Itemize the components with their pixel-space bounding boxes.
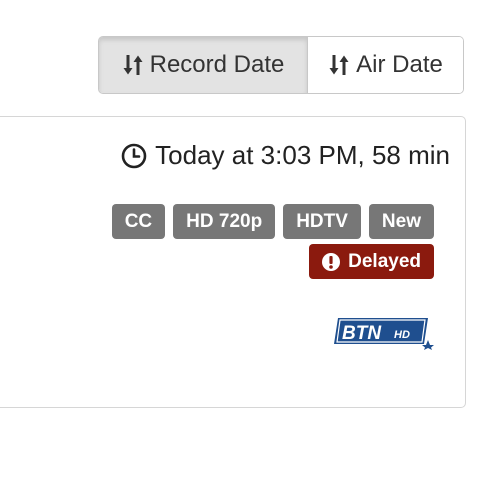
tag-hd: HD 720p [173,204,276,239]
recording-tags: CC HD 720p HDTV New [111,204,434,239]
sort-record-date-label: Record Date [149,51,285,78]
tag-hdtv: HDTV [283,204,361,239]
sort-air-date-button[interactable]: Air Date [308,37,463,93]
channel-logo: BTN HD [334,318,434,350]
sort-arrows-icon [123,55,143,75]
status-badge: Delayed [309,244,434,279]
tag-cc: CC [111,204,166,239]
sort-record-date-button[interactable]: Record Date [99,37,308,93]
recording-time: Today at 3:03 PM, 58 min [121,140,450,171]
svg-text:HD: HD [394,329,410,341]
sort-arrows-icon [329,55,349,75]
svg-text:BTN: BTN [342,323,382,344]
tag-new: New [368,204,434,239]
status-badge-label: Delayed [348,251,421,272]
sort-air-date-label: Air Date [356,51,443,78]
exclamation-circle-icon [322,252,341,271]
clock-icon [121,143,147,168]
sort-button-group: Record Date Air Date [98,36,464,94]
recording-time-text: Today at 3:03 PM, 58 min [155,140,450,170]
